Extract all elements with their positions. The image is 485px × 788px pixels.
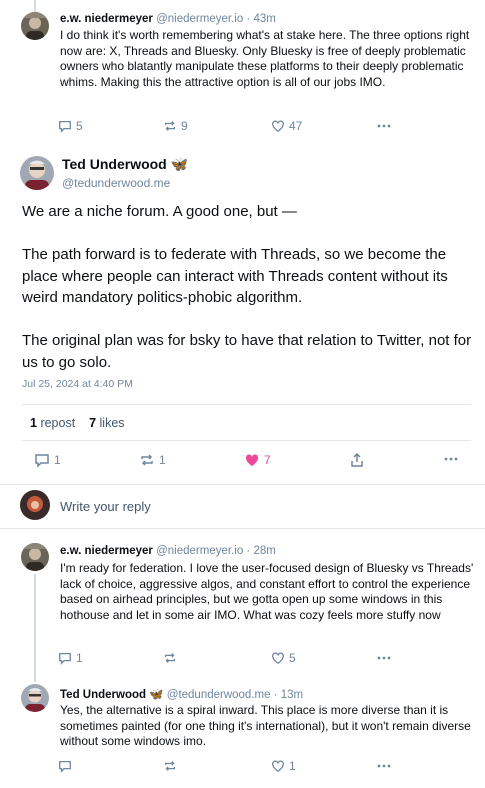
repost-icon	[164, 761, 176, 771]
post-time[interactable]: · 43m	[246, 13, 275, 25]
post-time[interactable]: · 28m	[246, 545, 275, 557]
avatar[interactable]	[20, 156, 54, 190]
reply-icon	[59, 760, 71, 773]
reply-icon	[35, 454, 49, 468]
repost-button[interactable]	[163, 651, 181, 665]
reply-icon	[59, 652, 71, 665]
like-icon	[245, 454, 259, 466]
more-button[interactable]	[376, 651, 392, 665]
post-timestamp[interactable]: Jul 25, 2024 at 4:40 PM	[22, 378, 133, 390]
like-count: 47	[289, 119, 303, 133]
like-count: 5	[289, 651, 296, 665]
like-stat-count: 7	[89, 416, 97, 430]
more-button[interactable]	[443, 452, 459, 466]
share-button[interactable]	[349, 452, 365, 468]
post-header: Ted Underwood 🦋 @tedunderwood.me · 13m	[60, 687, 303, 701]
post-header: e.w. niedermeyer @niedermeyer.io · 43m	[60, 13, 276, 25]
author-handle[interactable]: @tedunderwood.me	[62, 176, 170, 190]
butterfly-icon: 🦋	[170, 156, 189, 172]
repost-button[interactable]: 9	[163, 119, 188, 133]
like-icon	[272, 652, 284, 665]
top-post[interactable]: e.w. niedermeyer @niedermeyer.io · 43m I…	[0, 0, 485, 145]
paragraph: The path forward is to federate with Thr…	[22, 246, 448, 306]
more-button[interactable]	[376, 119, 392, 133]
author-name[interactable]: e.w. niedermeyer	[60, 13, 153, 25]
post-actions: 5 9 47	[0, 119, 485, 139]
main-post-actions: 1 1 7	[0, 452, 485, 472]
like-icon	[272, 760, 284, 773]
post-time[interactable]: · 13m	[274, 689, 303, 701]
repost-count: 9	[181, 119, 188, 133]
main-post-text: We are a niche forum. A good one, but — …	[22, 201, 477, 373]
paragraph: The original plan was for bsky to have t…	[22, 332, 472, 371]
reply-post[interactable]: Ted Underwood 🦋 @tedunderwood.me · 13m Y…	[0, 678, 485, 788]
post-actions: 1	[0, 759, 485, 779]
paragraph: We are a niche forum. A good one, but —	[22, 203, 297, 220]
like-button[interactable]: 1	[271, 759, 296, 773]
repost-button[interactable]: 1	[139, 452, 166, 468]
author-name[interactable]: Ted Underwood 🦋	[62, 156, 188, 173]
repost-stat[interactable]: 1 repost	[30, 416, 75, 430]
current-user-avatar	[20, 490, 50, 520]
more-icon	[377, 764, 391, 768]
reply-count: 1	[76, 651, 83, 665]
reply-icon	[59, 120, 71, 133]
avatar[interactable]	[21, 12, 49, 40]
butterfly-icon: 🦋	[149, 689, 164, 701]
repost-button[interactable]	[163, 759, 181, 773]
more-icon	[377, 656, 391, 660]
post-text: Yes, the alternative is a spiral inward.…	[60, 703, 471, 748]
engagement-stats: 1 repost 7 likes	[30, 416, 125, 430]
reply-placeholder[interactable]: Write your reply	[60, 499, 151, 514]
author-name[interactable]: e.w. niedermeyer	[60, 545, 153, 557]
like-stat-label: likes	[99, 416, 125, 430]
like-stat[interactable]: 7 likes	[89, 416, 124, 430]
reply-post[interactable]: e.w. niedermeyer @niedermeyer.io · 28m I…	[0, 528, 485, 678]
post-text: I do think it's worth remembering what's…	[60, 28, 470, 89]
reply-count: 1	[54, 453, 61, 467]
reply-composer[interactable]: Write your reply	[0, 484, 485, 528]
post-header: e.w. niedermeyer @niedermeyer.io · 28m	[60, 545, 276, 557]
like-count: 1	[289, 759, 296, 773]
reply-count: 5	[76, 119, 83, 133]
repost-icon	[164, 653, 176, 663]
post-actions: 1 5	[0, 651, 485, 671]
author-name[interactable]: Ted Underwood	[60, 689, 146, 701]
repost-count: 1	[159, 453, 166, 467]
more-button[interactable]	[376, 759, 392, 773]
repost-icon	[164, 121, 176, 131]
reply-button[interactable]	[58, 759, 76, 773]
repost-stat-label: repost	[40, 416, 76, 430]
like-button[interactable]: 47	[271, 119, 302, 133]
repost-icon	[141, 454, 153, 466]
divider	[22, 440, 471, 441]
more-icon	[377, 124, 391, 128]
post-text: I'm ready for federation. I love the use…	[60, 561, 474, 622]
avatar[interactable]	[21, 543, 49, 571]
repost-stat-count: 1	[30, 416, 37, 430]
like-button[interactable]: 7	[244, 452, 271, 468]
reply-button[interactable]: 5	[58, 119, 83, 133]
more-icon	[444, 457, 458, 461]
author-handle[interactable]: @niedermeyer.io	[156, 13, 243, 25]
share-icon	[351, 452, 363, 467]
author-name-text: Ted Underwood	[62, 156, 167, 172]
author-handle[interactable]: @niedermeyer.io	[156, 545, 243, 557]
divider	[22, 404, 471, 405]
like-icon	[272, 120, 284, 133]
avatar[interactable]	[21, 684, 49, 712]
like-count: 7	[264, 453, 271, 467]
reply-button[interactable]: 1	[34, 452, 61, 468]
like-button[interactable]: 5	[271, 651, 296, 665]
reply-button[interactable]: 1	[58, 651, 83, 665]
author-handle[interactable]: @tedunderwood.me	[167, 689, 271, 701]
